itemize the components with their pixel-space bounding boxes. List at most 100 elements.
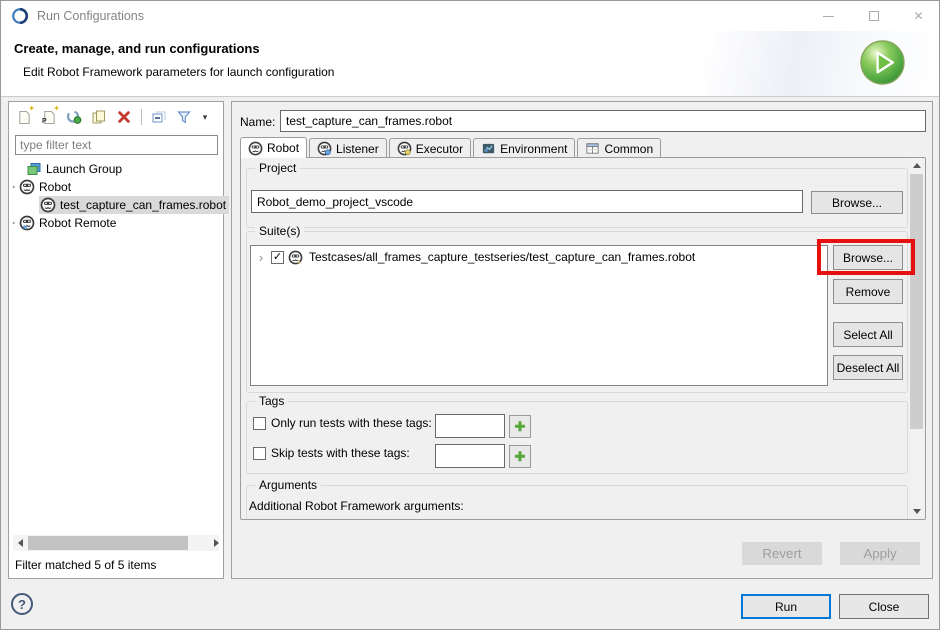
page-subtitle: Edit Robot Framework parameters for laun…	[23, 65, 334, 79]
prototype-p-icon: P	[42, 118, 47, 125]
tab-listener[interactable]: Listener	[309, 138, 387, 158]
question-icon: ?	[18, 597, 26, 612]
suites-group: Suite(s) › ✓ Testcases/all_frames_captur…	[246, 231, 908, 393]
robot-icon	[248, 141, 263, 156]
filter-input[interactable]	[15, 135, 218, 155]
tab-label: Environment	[500, 142, 567, 156]
launch-toolbar: ✦ P ✦	[14, 105, 211, 129]
scrollbar-thumb[interactable]	[28, 536, 188, 550]
project-browse-button[interactable]: Browse...	[811, 191, 903, 214]
project-group: Project Browse...	[246, 168, 908, 228]
expander-icon[interactable]: ‣	[9, 219, 19, 228]
tab-label: Robot	[267, 141, 299, 155]
dropdown-arrow-icon: ▾	[203, 112, 208, 123]
scroll-down-icon[interactable]	[909, 504, 924, 519]
suite-list: › ✓ Testcases/all_frames_capture_testser…	[250, 245, 828, 386]
remove-button[interactable]: Remove	[833, 279, 903, 304]
new-configuration-button[interactable]: ✦	[14, 107, 34, 127]
expand-chevron-icon[interactable]: ›	[255, 250, 267, 265]
main-panel: Name: Robot Listener Executor	[231, 101, 933, 579]
skip-tags-input[interactable]	[435, 444, 505, 468]
new-star-icon: ✦	[53, 104, 60, 113]
skip-tags-checkbox[interactable]	[253, 447, 266, 460]
suites-browse-button[interactable]: Browse...	[833, 245, 903, 270]
tab-executor[interactable]: Executor	[389, 138, 471, 158]
collapse-all-button[interactable]	[149, 107, 169, 127]
scrollbar-thumb[interactable]	[910, 174, 923, 429]
new-star-icon: ✦	[28, 104, 35, 113]
skip-tags-add-button[interactable]: ✚	[509, 445, 531, 468]
window-titlebar: Run Configurations	[1, 1, 940, 31]
check-icon: ✓	[273, 252, 282, 262]
minimize-button[interactable]	[806, 1, 851, 31]
content-vertical-scrollbar[interactable]	[909, 158, 924, 519]
suite-path: Testcases/all_frames_capture_testseries/…	[309, 250, 695, 264]
window-title: Run Configurations	[37, 9, 144, 23]
close-window-button[interactable]	[896, 1, 940, 31]
arguments-group: Arguments Additional Robot Framework arg…	[246, 485, 908, 520]
suites-group-label: Suite(s)	[255, 224, 304, 238]
name-input[interactable]	[280, 110, 926, 132]
environment-icon	[481, 141, 496, 156]
suite-checkbox[interactable]: ✓	[271, 251, 284, 264]
scroll-up-icon[interactable]	[909, 158, 924, 173]
sidebar: ✦ P ✦	[8, 101, 224, 579]
only-tags-checkbox[interactable]	[253, 417, 266, 430]
run-button[interactable]: Run	[741, 594, 831, 619]
tab-environment[interactable]: Environment	[473, 138, 575, 158]
export-configurations-button[interactable]	[64, 107, 84, 127]
tree-item-test-capture[interactable]: test_capture_can_frames.robot	[9, 196, 223, 214]
tab-common[interactable]: Common	[577, 138, 661, 158]
scroll-right-icon[interactable]	[205, 535, 219, 551]
header-banner: Create, manage, and run configurations E…	[1, 31, 940, 97]
only-tags-add-button[interactable]: ✚	[509, 415, 531, 438]
delete-button[interactable]	[114, 107, 134, 127]
skip-tags-label: Skip tests with these tags:	[271, 446, 410, 460]
project-input[interactable]	[251, 190, 803, 213]
close-dialog-button[interactable]: Close	[839, 594, 929, 619]
tab-robot[interactable]: Robot	[240, 137, 307, 158]
new-prototype-button[interactable]: P ✦	[39, 107, 59, 127]
robot-icon	[19, 179, 35, 195]
tree-item-label: test_capture_can_frames.robot	[60, 198, 226, 212]
select-all-button[interactable]: Select All	[833, 322, 903, 347]
tab-label: Common	[604, 142, 653, 156]
plus-icon: ✚	[515, 419, 526, 435]
revert-button: Revert	[742, 542, 822, 565]
project-group-label: Project	[255, 161, 300, 175]
help-button[interactable]: ?	[11, 593, 33, 615]
scroll-left-icon[interactable]	[13, 535, 27, 551]
only-tags-label: Only run tests with these tags:	[271, 416, 432, 430]
tree-item-launch-group[interactable]: Launch Group	[9, 160, 223, 178]
filter-button[interactable]	[174, 107, 194, 127]
toolbar-separator	[141, 109, 142, 125]
deselect-all-button[interactable]: Deselect All	[833, 355, 903, 380]
tree-item-label: Robot	[39, 180, 71, 194]
tab-label: Listener	[336, 142, 379, 156]
expander-icon[interactable]: ‣	[9, 183, 19, 192]
run-configurations-dialog: Run Configurations Create, manage, and r…	[0, 0, 940, 630]
sidebar-horizontal-scrollbar[interactable]	[13, 535, 219, 551]
apply-button: Apply	[840, 542, 920, 565]
executor-robot-icon	[397, 141, 412, 156]
only-tags-input[interactable]	[435, 414, 505, 438]
tree-item-label: Robot Remote	[39, 216, 116, 230]
arguments-label: Additional Robot Framework arguments:	[249, 499, 464, 513]
suite-robot-icon	[288, 250, 303, 265]
filter-status: Filter matched 5 of 5 items	[15, 558, 156, 572]
robot-remote-icon	[19, 215, 35, 231]
listener-robot-icon	[317, 141, 332, 156]
maximize-button[interactable]	[851, 1, 896, 31]
toolbar-menu-button[interactable]: ▾	[199, 107, 211, 127]
duplicate-button[interactable]	[89, 107, 109, 127]
tab-bar: Robot Listener Executor E	[240, 138, 663, 158]
tab-label: Executor	[416, 142, 463, 156]
tree-item-robot-remote[interactable]: ‣ Robot Remote	[9, 214, 223, 232]
suite-row[interactable]: › ✓ Testcases/all_frames_capture_testser…	[251, 246, 827, 268]
common-table-icon	[585, 141, 600, 156]
eclipse-logo-icon	[11, 7, 29, 25]
arguments-group-label: Arguments	[255, 478, 321, 492]
launch-group-icon	[26, 161, 42, 177]
tree-item-robot[interactable]: ‣ Robot	[9, 178, 223, 196]
robot-tab-content: Project Browse... Suite(s) › ✓ Testcases…	[240, 157, 926, 520]
